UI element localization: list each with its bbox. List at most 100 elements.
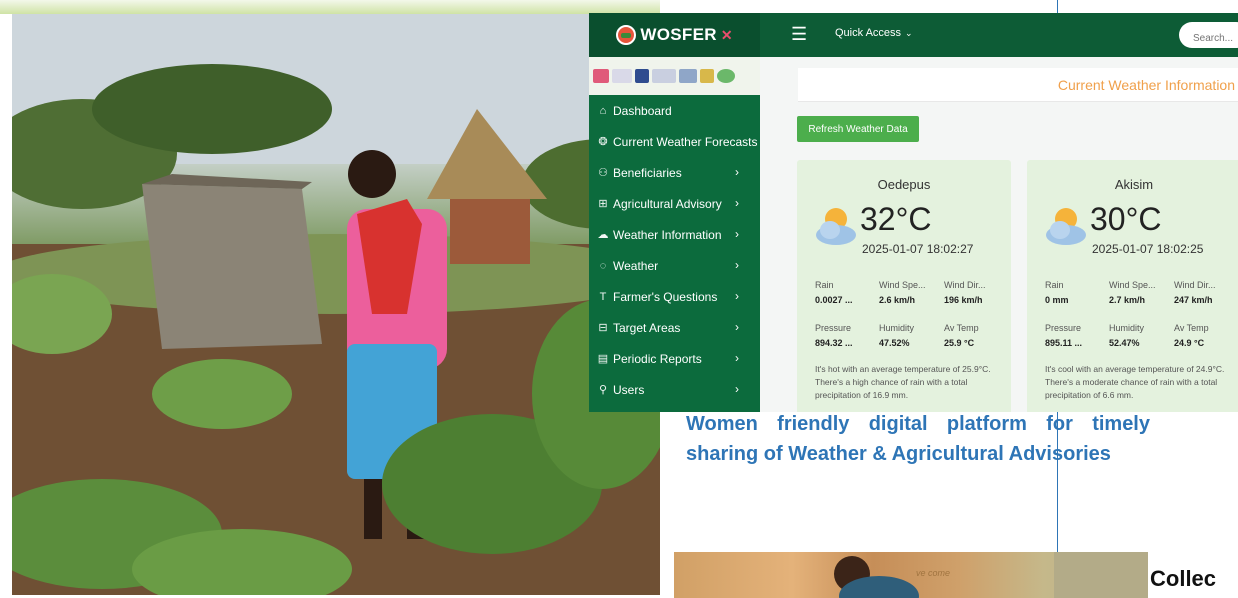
weather-forecast-icon: ❂ (598, 136, 608, 148)
chevron-down-icon: ⌄ (905, 28, 913, 38)
metric-humidity: Humidity 52.47% (1109, 323, 1171, 348)
metric-label: Rain (1045, 280, 1064, 290)
chat-icon: ◌ (599, 259, 607, 272)
sidebar-item-weather-information[interactable]: ☁ Weather Information › (589, 219, 760, 250)
card-temperature: 32°C (860, 201, 932, 237)
metric-value: 25.9 °C (944, 338, 975, 348)
page-header: Current Weather Information (798, 68, 1238, 102)
weather-card: Oedepus 32°C 2025-01-07 18:02:27 Rain 0.0… (797, 160, 1011, 412)
platform-caption: Women friendly digital platform for time… (686, 413, 1150, 465)
metric-value: 52.47% (1109, 338, 1140, 348)
chevron-right-icon: › (735, 165, 739, 179)
metric-value: 247 km/h (1174, 295, 1213, 305)
sidebar-item-dashboard[interactable]: ⌂ Dashboard (589, 95, 760, 126)
metric-label: Pressure (815, 323, 852, 333)
quick-access-label: Quick Access (835, 27, 902, 39)
metric-value: 2.6 km/h (879, 295, 916, 305)
weather-card: Akisim 30°C 2025-01-07 18:02:25 Rain 0 mm… (1027, 160, 1238, 412)
metric-label: Av Temp (1174, 323, 1209, 333)
sidebar-item-users[interactable]: ⚲ Users › (589, 374, 760, 405)
main-content: Current Weather Information Refresh Weat… (760, 57, 1238, 412)
wall-writing: ve come (916, 568, 951, 578)
partly-cloudy-icon (1046, 208, 1086, 245)
wosfer-app-screenshot: WOSFER ✕ ☰ Quick Access⌄ ⌂ Dashboard ❂ Cur… (589, 13, 1238, 412)
sidebar-item-label: Users (613, 382, 645, 397)
uk-aid-logo-icon (652, 69, 676, 83)
metric-wind-direction: Wind Dir... 196 km/h (944, 280, 1006, 305)
ribbon-logo-icon: ✕ (720, 26, 733, 43)
sidebar: ⌂ Dashboard ❂ Current Weather Forecasts ⚇ B… (589, 57, 760, 412)
sidebar-item-farmers-questions[interactable]: T Farmer's Questions › (589, 281, 760, 312)
metric-label: Pressure (1045, 323, 1082, 333)
sidebar-item-agricultural-advisory[interactable]: ⊞ Agricultural Advisory › (589, 188, 760, 219)
hamburger-icon[interactable]: ☰ (791, 24, 807, 44)
chevron-right-icon: › (735, 289, 739, 303)
home-icon: ⌂ (599, 104, 607, 117)
sidebar-item-label: Target Areas (613, 320, 681, 335)
divider-line (1057, 0, 1058, 13)
metric-value: 24.9 °C (1174, 338, 1205, 348)
partner-logos (589, 57, 760, 95)
metric-label: Wind Dir... (1174, 280, 1216, 290)
metric-label: Wind Spe... (1109, 280, 1156, 290)
clarc-wordmark-icon (612, 69, 632, 83)
clarc-logo-icon (593, 69, 609, 83)
metric-label: Humidity (1109, 323, 1145, 333)
metric-value: 196 km/h (944, 295, 983, 305)
brand-logo[interactable]: WOSFER ✕ (589, 13, 760, 57)
report-icon: ▤ (597, 353, 609, 365)
chevron-right-icon: › (735, 227, 739, 241)
metric-label: Rain (815, 280, 834, 290)
cloud-icon: ☁ (597, 229, 609, 241)
sidebar-item-current-weather-forecasts[interactable]: ❂ Current Weather Forecasts (589, 126, 760, 157)
sidebar-item-label: Farmer's Questions (613, 289, 718, 304)
metric-value: 895.11 ... (1045, 338, 1083, 348)
metric-pressure: Pressure 895.11 ... (1045, 323, 1097, 348)
top-navbar: WOSFER ✕ ☰ Quick Access ⌄ (589, 13, 1238, 57)
refresh-weather-button[interactable]: Refresh Weather Data (797, 116, 919, 142)
metric-label: Wind Spe... (879, 280, 926, 290)
page-title: Current Weather Information (1057, 77, 1235, 93)
coat-of-arms-icon (700, 69, 714, 83)
metric-value: 47.52% (879, 338, 910, 348)
sidebar-item-label: Weather Information (613, 227, 722, 242)
quick-access-dropdown[interactable]: Quick Access ⌄ (835, 27, 913, 39)
sidebar-item-weather[interactable]: ◌ Weather › (589, 250, 760, 281)
sidebar-item-label: Dashboard (613, 103, 672, 118)
sidebar-item-beneficiaries[interactable]: ⚇ Beneficiaries › (589, 157, 760, 188)
map-icon: ⊟ (598, 322, 608, 334)
metric-humidity: Humidity 47.52% (879, 323, 941, 348)
grid-icon: ⊞ (598, 198, 608, 210)
card-datetime: 2025-01-07 18:02:27 (862, 242, 974, 256)
metric-average-temperature: Av Temp 24.9 °C (1174, 323, 1236, 348)
metric-label: Av Temp (944, 323, 979, 333)
card-location: Oedepus (877, 177, 931, 192)
top-decorative-strip (0, 0, 660, 14)
sidebar-nav: ⌂ Dashboard ❂ Current Weather Forecasts ⚇ B… (589, 95, 760, 405)
partner-seal-icon (717, 69, 735, 83)
metric-value: 0.0027 ... (815, 295, 853, 305)
search-input[interactable] (1179, 22, 1238, 48)
user-icon: ⚲ (598, 384, 608, 396)
collection-photo: ve come (674, 552, 1148, 598)
sidebar-item-label: Weather (613, 258, 659, 273)
metric-wind-speed: Wind Spe... 2.6 km/h (879, 280, 941, 305)
section-heading: Collec (1150, 566, 1217, 591)
farmer-photo-illustration (12, 14, 660, 595)
brand-name: WOSFER (640, 25, 717, 44)
sidebar-item-label: Beneficiaries (613, 165, 682, 180)
metric-value: 0 mm (1045, 295, 1069, 305)
card-datetime: 2025-01-07 18:02:25 (1092, 242, 1204, 256)
sidebar-item-periodic-reports[interactable]: ▤ Periodic Reports › (589, 343, 760, 374)
chevron-right-icon: › (735, 258, 739, 272)
metric-value: 2.7 km/h (1109, 295, 1146, 305)
metric-value: 894.32 ... (815, 338, 853, 348)
sidebar-item-label: Current Weather Forecasts (613, 134, 758, 149)
sidebar-item-target-areas[interactable]: ⊟ Target Areas › (589, 312, 760, 343)
card-temperature: 30°C (1090, 201, 1162, 237)
text-icon: T (599, 290, 607, 303)
metric-wind-direction: Wind Dir... 247 km/h (1174, 280, 1236, 305)
metric-rain: Rain 0 mm (1045, 280, 1097, 305)
chevron-right-icon: › (735, 320, 739, 334)
uk-flag-icon (635, 69, 649, 83)
